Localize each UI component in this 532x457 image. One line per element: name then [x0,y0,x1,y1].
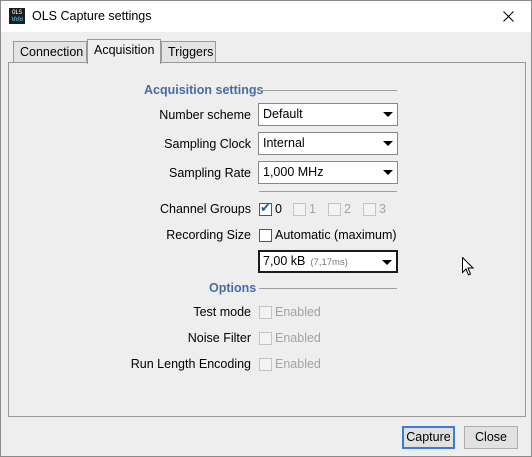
sampling-rate-label: Sampling Rate [169,166,251,180]
noise-filter-label: Noise Filter [187,331,251,345]
section-divider [259,90,397,91]
tab-triggers[interactable]: Triggers [161,41,216,62]
section-divider [259,288,397,289]
channel-groups-label: Channel Groups [159,202,251,216]
ols-app-icon: OLS ꓤꓤꓤ [9,8,25,24]
test-mode-label: Test mode [193,305,251,319]
tab-acquisition[interactable]: Acquisition [87,39,161,64]
chevron-down-icon [383,112,393,117]
channel-group-1-label: 1 [309,202,316,216]
close-icon [502,11,514,22]
noise-filter-enabled-label: Enabled [275,331,321,345]
chevron-down-icon [383,170,393,175]
close-button[interactable]: Close [464,426,518,449]
rle-label: Run Length Encoding [130,357,251,371]
window-close-button[interactable] [485,1,531,32]
automatic-maximum-checkbox[interactable] [259,229,272,242]
test-mode-enabled-label: Enabled [275,305,321,319]
number-scheme-select[interactable]: Default [258,103,398,126]
mouse-cursor-icon [462,257,474,276]
checkmark-icon: ✔ [260,201,271,216]
channel-group-1-checkbox[interactable] [293,203,306,216]
recording-size-select[interactable]: 7,00 kB (7,17ms) [258,250,398,273]
sampling-rate-select[interactable]: 1,000 MHz [258,161,398,184]
chevron-down-icon [382,260,392,265]
recording-size-label: Recording Size [166,228,251,242]
channel-group-0-label: 0 [275,202,282,216]
number-scheme-label: Number scheme [159,108,251,122]
channel-group-0-checkbox[interactable]: ✔ [259,201,272,216]
channel-group-3-checkbox[interactable] [363,203,376,216]
rle-checkbox[interactable] [259,358,272,371]
tab-connection[interactable]: Connection [13,41,87,62]
acquisition-section-title: Acquisition settings [144,83,264,97]
automatic-maximum-label[interactable]: Automatic (maximum) [275,228,397,242]
sampling-clock-label: Sampling Clock [164,137,251,151]
channel-group-3-label: 3 [379,202,386,216]
capture-button[interactable]: Capture [402,426,455,449]
capture-settings-dialog: OLS ꓤꓤꓤ OLS Capture settings Connection … [0,0,532,457]
section-divider [259,191,397,192]
test-mode-checkbox[interactable] [259,306,272,319]
options-section-title: Options [209,281,257,295]
rle-enabled-label: Enabled [275,357,321,371]
title-bar[interactable]: OLS ꓤꓤꓤ OLS Capture settings [1,1,531,32]
window-title: OLS Capture settings [32,9,152,23]
chevron-down-icon [383,141,393,146]
channel-group-2-checkbox[interactable] [328,203,341,216]
sampling-clock-select[interactable]: Internal [258,132,398,155]
noise-filter-checkbox[interactable] [259,332,272,345]
channel-group-2-label: 2 [344,202,351,216]
